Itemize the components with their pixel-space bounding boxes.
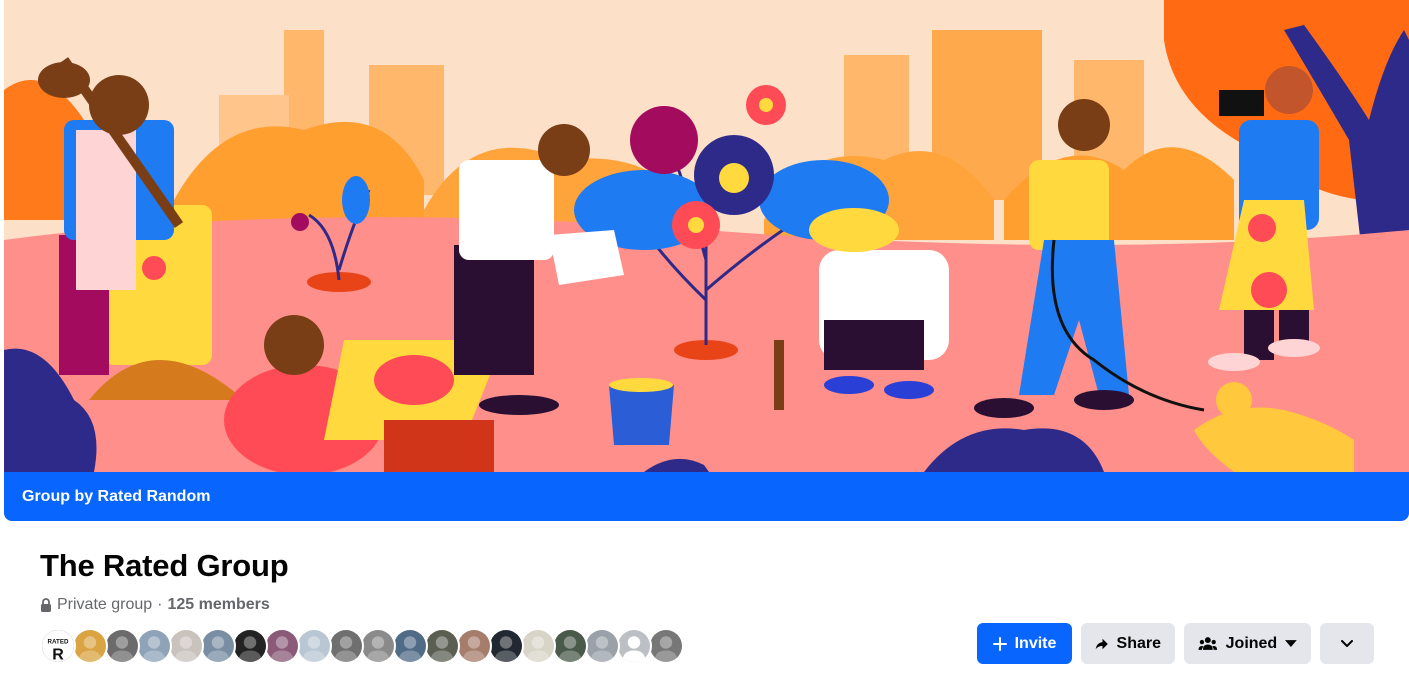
avatar-member[interactable] (136, 628, 172, 664)
joined-button[interactable]: Joined (1184, 623, 1311, 664)
avatar-member[interactable] (456, 628, 492, 664)
cover-illustration (4, 0, 1409, 472)
avatar-member[interactable] (264, 628, 300, 664)
avatar-member[interactable] (296, 628, 332, 664)
avatar-member[interactable] (520, 628, 556, 664)
avatar-member[interactable] (424, 628, 460, 664)
avatar-member[interactable] (392, 628, 428, 664)
member-count[interactable]: 125 members (168, 596, 270, 614)
avatar-member[interactable] (328, 628, 364, 664)
share-button[interactable]: Share (1081, 623, 1175, 664)
avatar-member[interactable] (72, 628, 108, 664)
avatar-member[interactable] (200, 628, 236, 664)
invite-label: Invite (1014, 634, 1057, 652)
cover-banner: Group by Rated Random (4, 472, 1409, 521)
caret-down-icon (1285, 639, 1297, 647)
avatar-member[interactable] (360, 628, 396, 664)
plus-icon (992, 636, 1007, 651)
meta-separator: · (157, 596, 163, 613)
cover-photo[interactable]: Group by Rated Random (4, 0, 1409, 521)
cover-banner-text[interactable]: Group by Rated Random (22, 488, 210, 506)
invite-button[interactable]: Invite (977, 623, 1072, 664)
avatar-member[interactable] (552, 628, 588, 664)
group-meta: Private group · 125 members (40, 596, 270, 614)
group-title[interactable]: The Rated Group (40, 548, 289, 584)
joined-label: Joined (1225, 634, 1278, 652)
share-label: Share (1116, 634, 1161, 652)
group-members-icon (1198, 636, 1218, 650)
avatar-member[interactable] (168, 628, 204, 664)
avatar-member[interactable] (584, 628, 620, 664)
svg-text:RATED: RATED (48, 638, 69, 645)
avatar-member-default[interactable] (616, 628, 652, 664)
avatar-member[interactable] (648, 628, 684, 664)
avatar-member[interactable] (488, 628, 524, 664)
svg-text:R: R (52, 646, 64, 662)
lock-icon (41, 598, 51, 612)
member-avatars: RATED R (40, 628, 684, 664)
privacy-label[interactable]: Private group (57, 596, 152, 614)
avatar-member[interactable] (104, 628, 140, 664)
share-arrow-icon (1095, 638, 1108, 649)
chevron-down-icon (1341, 639, 1353, 647)
avatar-rated-logo[interactable]: RATED R (40, 628, 76, 664)
group-actions: Invite Share Joined (977, 623, 1374, 664)
more-options-button[interactable] (1320, 623, 1374, 664)
avatar-member[interactable] (232, 628, 268, 664)
